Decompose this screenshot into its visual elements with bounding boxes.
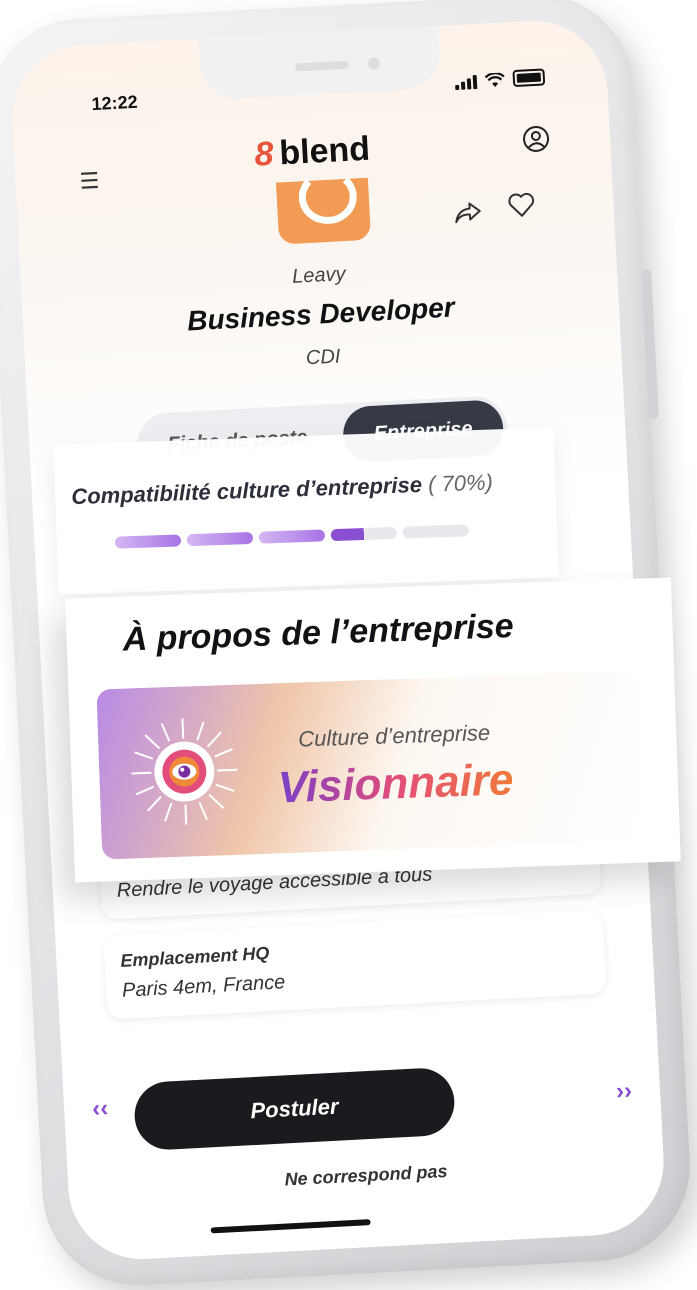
status-icons <box>454 68 546 91</box>
app-logo: 8 blend <box>253 130 370 175</box>
apply-button[interactable]: Postuler <box>132 1066 457 1152</box>
share-icon[interactable] <box>453 200 482 225</box>
culture-label: Culture d’entreprise <box>297 719 491 752</box>
compatibility-segment <box>330 526 398 542</box>
notch <box>198 25 442 101</box>
logo-mark: 8 <box>253 134 275 174</box>
hq-card: Emplacement HQ Paris 4em, France <box>103 909 607 1020</box>
logo-text: blend <box>278 129 371 173</box>
signal-icon <box>455 74 478 91</box>
company-logo <box>275 177 372 245</box>
compatibility-title: Compatibilité culture d’entreprise ( 70%… <box>71 469 493 510</box>
compatibility-segment <box>402 524 469 539</box>
wifi-icon <box>484 72 505 88</box>
battery-icon <box>512 68 546 88</box>
about-title: À propos de l’entreprise <box>122 607 515 659</box>
visionary-eye-icon <box>131 718 238 825</box>
profile-icon[interactable] <box>521 124 550 153</box>
not-matching-link[interactable]: Ne correspond pas <box>68 1150 664 1202</box>
next-arrow-icon[interactable]: ›› <box>615 1077 632 1106</box>
compatibility-segment <box>114 534 182 549</box>
home-indicator <box>210 1219 371 1234</box>
menu-icon[interactable]: ☰ <box>79 168 100 195</box>
previous-arrow-icon[interactable]: ‹‹ <box>92 1095 109 1124</box>
status-time: 12:22 <box>91 91 139 115</box>
compatibility-segment <box>258 529 326 544</box>
camera <box>367 57 381 70</box>
compatibility-panel: Compatibilité culture d’entreprise ( 70%… <box>53 427 559 595</box>
compatibility-label: Compatibilité culture d’entreprise <box>70 471 423 510</box>
speaker <box>294 60 350 72</box>
about-panel: À propos de l’entreprise Culture d’entre… <box>65 577 681 883</box>
compatibility-bar <box>114 524 469 549</box>
culture-card: Culture d’entreprise Visionnaire <box>96 670 643 860</box>
compatibility-percent: ( 70%) <box>427 469 494 497</box>
compatibility-segment <box>186 531 254 547</box>
culture-value: Visionnaire <box>277 755 515 813</box>
heart-icon[interactable] <box>507 191 536 218</box>
